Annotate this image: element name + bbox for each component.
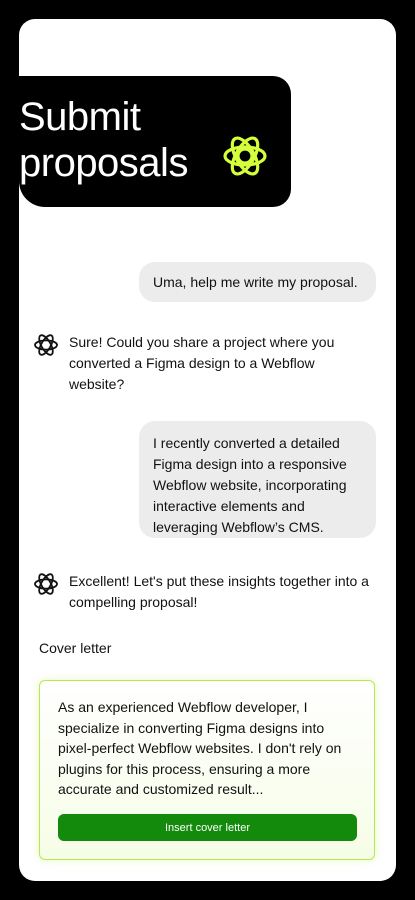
atom-icon [34, 334, 58, 356]
proposal-card: Submit proposals Uma, help me write my p… [19, 19, 396, 881]
user-message-bubble: Uma, help me write my proposal. [139, 262, 376, 302]
user-message-text: Uma, help me write my proposal. [153, 274, 358, 290]
flower-orbit-icon [223, 136, 267, 176]
assistant-message-text: Sure! Could you share a project where yo… [69, 334, 335, 392]
insert-cover-letter-button[interactable]: Insert cover letter [58, 814, 357, 841]
user-message-bubble: I recently converted a detailed Figma de… [139, 421, 376, 538]
hero-banner: Submit proposals [19, 76, 291, 207]
atom-icon [34, 573, 58, 595]
cover-letter-heading: Cover letter [39, 640, 112, 656]
app-screen: Submit proposals Uma, help me write my p… [0, 0, 415, 900]
assistant-message-text: Excellent! Let's put these insights toge… [69, 573, 369, 610]
user-message-text: I recently converted a detailed Figma de… [153, 435, 347, 535]
cover-letter-text: As an experienced Webflow developer, I s… [58, 699, 342, 797]
cover-letter-card: As an experienced Webflow developer, I s… [39, 680, 375, 860]
page-title: Submit proposals [19, 95, 188, 185]
